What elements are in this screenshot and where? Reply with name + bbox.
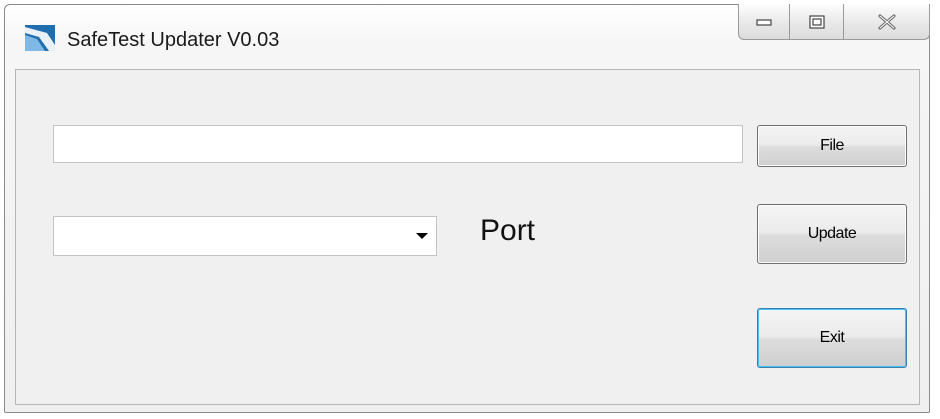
update-button[interactable]: Update xyxy=(757,204,907,264)
app-logo-icon xyxy=(25,25,55,51)
title-bar[interactable]: SafeTest Updater V0.03 xyxy=(5,4,930,69)
exit-button[interactable]: Exit xyxy=(757,308,907,368)
port-select[interactable] xyxy=(53,216,437,256)
maximize-icon xyxy=(808,14,825,29)
port-label: Port xyxy=(480,214,536,247)
file-path-input[interactable] xyxy=(53,125,743,163)
minimize-icon xyxy=(756,18,772,26)
caption-buttons xyxy=(738,4,930,40)
dropdown-arrow-icon[interactable] xyxy=(416,233,428,239)
app-window: SafeTest Updater V0.03 File Port Update … xyxy=(4,4,930,413)
minimize-button[interactable] xyxy=(738,4,790,40)
file-button[interactable]: File xyxy=(757,125,907,167)
close-icon xyxy=(878,14,895,29)
close-button[interactable] xyxy=(844,4,930,40)
window-title: SafeTest Updater V0.03 xyxy=(67,29,280,51)
client-area: File Port Update Exit xyxy=(15,69,920,405)
maximize-button[interactable] xyxy=(790,4,844,40)
